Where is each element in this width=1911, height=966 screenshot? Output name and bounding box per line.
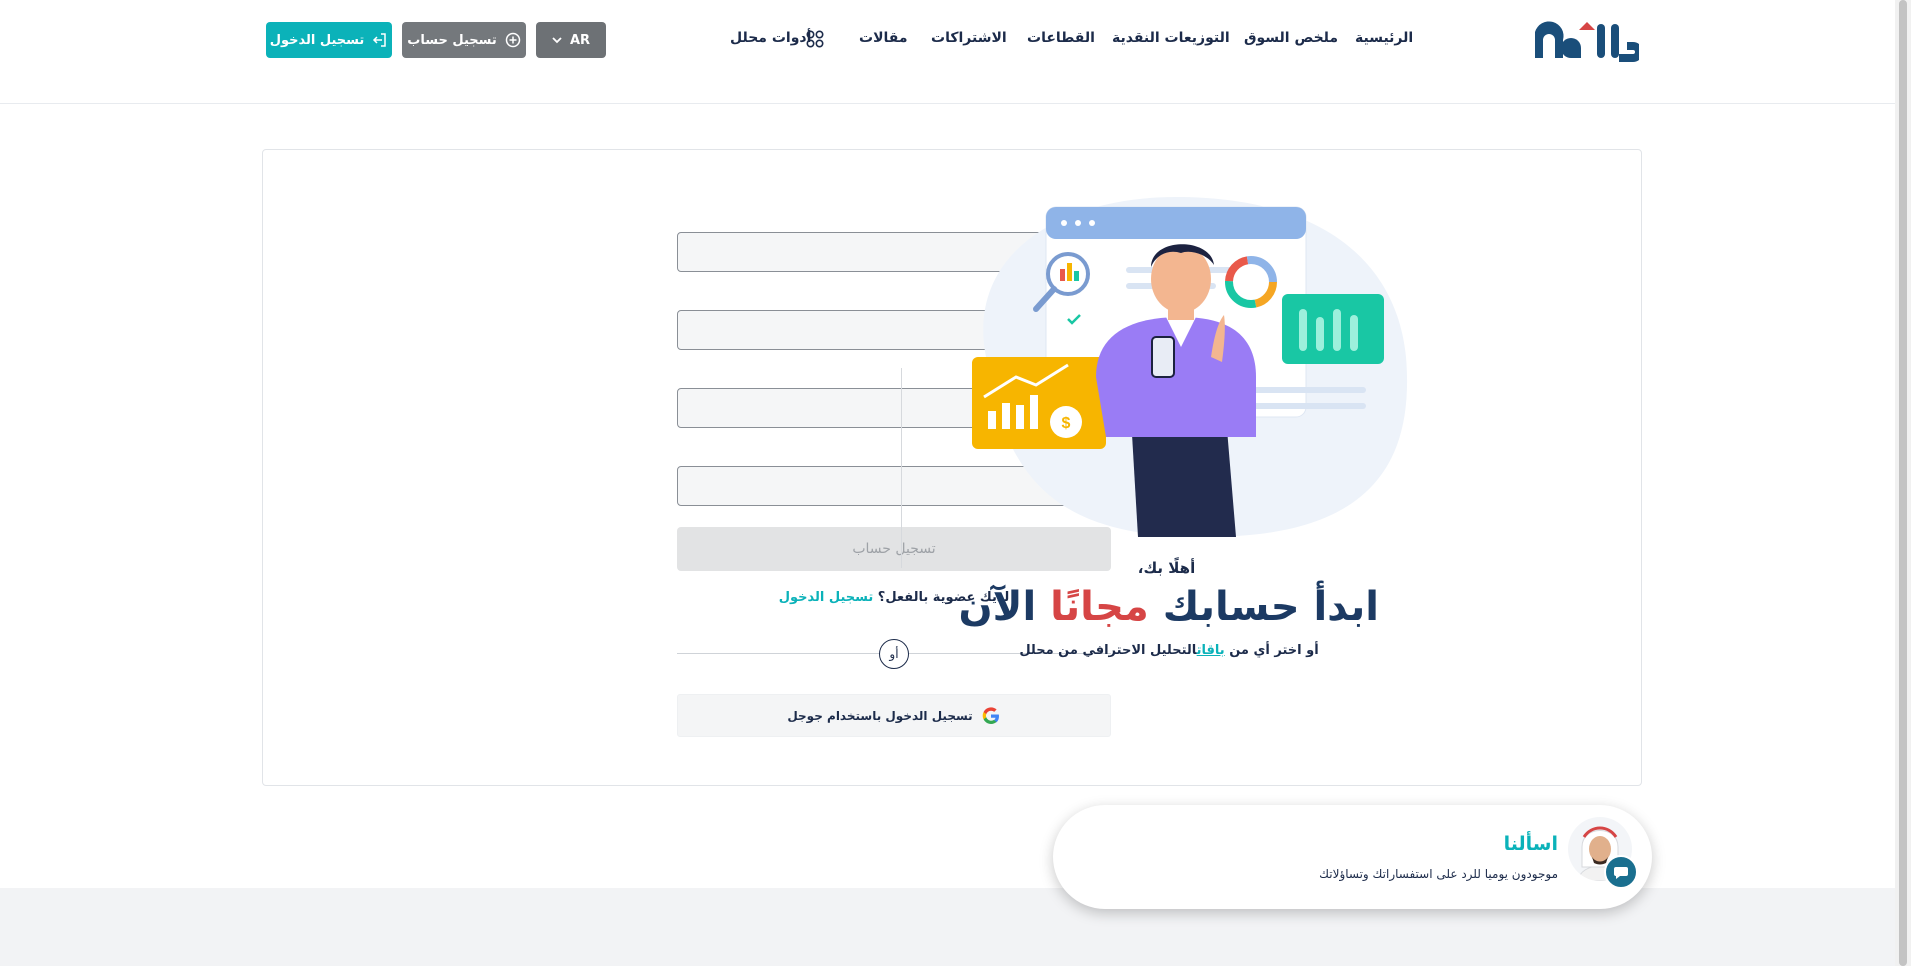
vertical-divider <box>901 368 902 568</box>
mohallel-logo[interactable] <box>1527 18 1639 64</box>
nav-sectors[interactable]: القطاعات <box>1027 30 1095 46</box>
member-login-link[interactable]: تسجيل الدخول <box>779 590 874 605</box>
google-icon <box>982 706 999 724</box>
promo-sub-before: أو اختر أي من <box>1229 643 1319 658</box>
chat-open-button[interactable] <box>1604 855 1638 889</box>
page-scrollbar[interactable] <box>1895 0 1911 966</box>
headline-accent: مجانًا <box>1050 584 1149 630</box>
chat-title: اسألنا <box>1503 833 1558 855</box>
svg-text:$: $ <box>1062 415 1071 432</box>
nav-market-summary[interactable]: ملخص السوق <box>1244 30 1338 46</box>
language-select[interactable]: AR <box>536 22 606 58</box>
scrollbar-thumb[interactable] <box>1899 0 1907 966</box>
nav-home[interactable]: الرئيسية <box>1355 30 1413 46</box>
headline-part1: ابدأ حسابك <box>1162 584 1379 630</box>
promo-subtitle: أو اختر أي من باقاتالتحليل الاحترافي من … <box>979 643 1359 658</box>
chevron-down-icon <box>552 37 562 44</box>
google-login-label: تسجيل الدخول باستخدام جوجل <box>787 708 973 723</box>
plans-link[interactable]: باقات <box>1197 643 1225 658</box>
chat-subtitle: موجودون يوميا للرد على استفساراتك وتساؤل… <box>1319 867 1558 881</box>
nav-articles[interactable]: مقالات <box>859 30 908 46</box>
site-header: الرئيسية ملخص السوق التوزيعات النقدية ال… <box>0 0 1895 104</box>
chat-bubble-icon <box>1614 867 1628 879</box>
login-button[interactable]: تسجيل الدخول <box>266 22 392 58</box>
welcome-text: أهلًا بك، <box>1137 559 1196 577</box>
nav-dividends[interactable]: التوزيعات النقدية <box>1112 30 1230 46</box>
login-button-label: تسجيل الدخول <box>269 32 365 48</box>
signup-card: الاسم رقم الهاتف البريد الالكتروني كلمة … <box>262 149 1642 786</box>
register-button-label: تسجيل حساب <box>407 32 497 48</box>
headline: ابدأ حسابك مجانًا الآن <box>959 584 1379 630</box>
nav-subscriptions[interactable]: الاشتراكات <box>931 30 1007 46</box>
login-icon <box>373 33 387 47</box>
grid-icon <box>806 30 824 48</box>
or-badge: أو <box>879 639 909 669</box>
ask-us-widget[interactable]: اسألنا موجودون يوميا للرد على استفساراتك… <box>1053 805 1652 909</box>
google-login-button[interactable]: تسجيل الدخول باستخدام جوجل <box>677 694 1111 737</box>
promo-sub-after: التحليل الاحترافي من محلل <box>1019 643 1197 658</box>
welcome-illustration: $ <box>972 197 1408 537</box>
headline-part2: الآن <box>958 584 1037 630</box>
nav-tools[interactable]: أدوات محلل <box>730 30 811 46</box>
register-button[interactable]: تسجيل حساب <box>402 22 526 58</box>
plus-circle-icon <box>505 32 520 48</box>
language-label: AR <box>569 32 591 48</box>
